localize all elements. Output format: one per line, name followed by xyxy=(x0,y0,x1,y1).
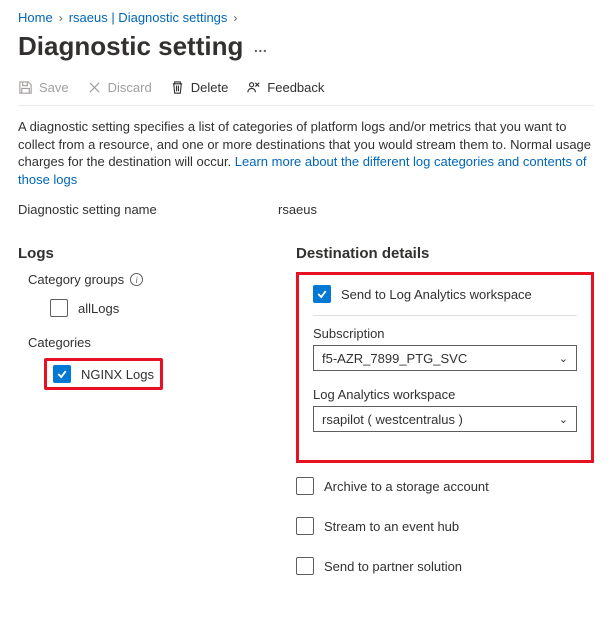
feedback-button[interactable]: Feedback xyxy=(246,80,324,95)
info-icon[interactable]: i xyxy=(130,273,143,286)
categories-label: Categories xyxy=(28,335,278,350)
send-partner-label: Send to partner solution xyxy=(324,559,462,574)
chevron-down-icon: ⌄ xyxy=(559,352,568,365)
destination-heading: Destination details xyxy=(296,245,594,262)
send-log-analytics-label: Send to Log Analytics workspace xyxy=(341,287,532,302)
save-label: Save xyxy=(39,80,69,95)
feedback-icon xyxy=(246,80,261,95)
category-groups-label: Category groups i xyxy=(28,272,278,287)
delete-icon xyxy=(170,80,185,95)
archive-storage-checkbox[interactable] xyxy=(296,477,314,495)
all-logs-checkbox[interactable] xyxy=(50,299,68,317)
log-analytics-section: Send to Log Analytics workspace Subscrip… xyxy=(296,272,594,463)
chevron-right-icon: › xyxy=(59,11,63,25)
breadcrumb-home[interactable]: Home xyxy=(18,10,53,25)
all-logs-row[interactable]: allLogs xyxy=(44,295,278,321)
logs-panel: Logs Category groups i allLogs Categorie… xyxy=(18,239,278,597)
more-actions-icon[interactable]: … xyxy=(253,39,268,55)
page-title: Diagnostic setting … xyxy=(18,31,594,62)
workspace-select[interactable]: rsapilot ( westcentralus ) ⌄ xyxy=(313,406,577,432)
save-icon xyxy=(18,80,33,95)
logs-heading: Logs xyxy=(18,245,278,262)
nginx-logs-checkbox[interactable] xyxy=(53,365,71,383)
workspace-label: Log Analytics workspace xyxy=(313,387,577,402)
check-icon xyxy=(56,368,68,380)
subscription-value: f5-AZR_7899_PTG_SVC xyxy=(322,351,467,366)
breadcrumb: Home › rsaeus | Diagnostic settings › xyxy=(18,10,594,25)
workspace-value: rsapilot ( westcentralus ) xyxy=(322,412,463,427)
nginx-logs-label: NGINX Logs xyxy=(81,367,154,382)
toolbar: Save Discard Delete Feedback xyxy=(18,80,594,106)
stream-eventhub-row[interactable]: Stream to an event hub xyxy=(296,517,594,535)
discard-label: Discard xyxy=(108,80,152,95)
setting-name-row: Diagnostic setting name rsaeus xyxy=(18,202,594,231)
discard-icon xyxy=(87,80,102,95)
stream-eventhub-checkbox[interactable] xyxy=(296,517,314,535)
setting-name-label: Diagnostic setting name xyxy=(18,202,278,217)
archive-storage-row[interactable]: Archive to a storage account xyxy=(296,477,594,495)
archive-storage-label: Archive to a storage account xyxy=(324,479,489,494)
description: A diagnostic setting specifies a list of… xyxy=(18,118,594,188)
subscription-field: Subscription f5-AZR_7899_PTG_SVC ⌄ xyxy=(313,315,577,371)
setting-name-value: rsaeus xyxy=(278,202,317,217)
check-icon xyxy=(316,288,328,300)
subscription-select[interactable]: f5-AZR_7899_PTG_SVC ⌄ xyxy=(313,345,577,371)
destination-panel: Destination details Send to Log Analytic… xyxy=(296,239,594,597)
feedback-label: Feedback xyxy=(267,80,324,95)
send-partner-row[interactable]: Send to partner solution xyxy=(296,557,594,575)
discard-button[interactable]: Discard xyxy=(87,80,152,95)
subscription-label: Subscription xyxy=(313,326,577,341)
delete-button[interactable]: Delete xyxy=(170,80,229,95)
page-title-text: Diagnostic setting xyxy=(18,31,243,62)
chevron-down-icon: ⌄ xyxy=(559,413,568,426)
stream-eventhub-label: Stream to an event hub xyxy=(324,519,459,534)
breadcrumb-diagnostic-settings[interactable]: rsaeus | Diagnostic settings xyxy=(69,10,228,25)
workspace-field: Log Analytics workspace rsapilot ( westc… xyxy=(313,383,577,432)
chevron-right-icon: › xyxy=(233,11,237,25)
nginx-logs-row[interactable]: NGINX Logs xyxy=(44,358,163,390)
send-partner-checkbox[interactable] xyxy=(296,557,314,575)
send-log-analytics-checkbox[interactable] xyxy=(313,285,331,303)
save-button[interactable]: Save xyxy=(18,80,69,95)
delete-label: Delete xyxy=(191,80,229,95)
send-log-analytics-row[interactable]: Send to Log Analytics workspace xyxy=(313,285,577,303)
all-logs-label: allLogs xyxy=(78,301,119,316)
